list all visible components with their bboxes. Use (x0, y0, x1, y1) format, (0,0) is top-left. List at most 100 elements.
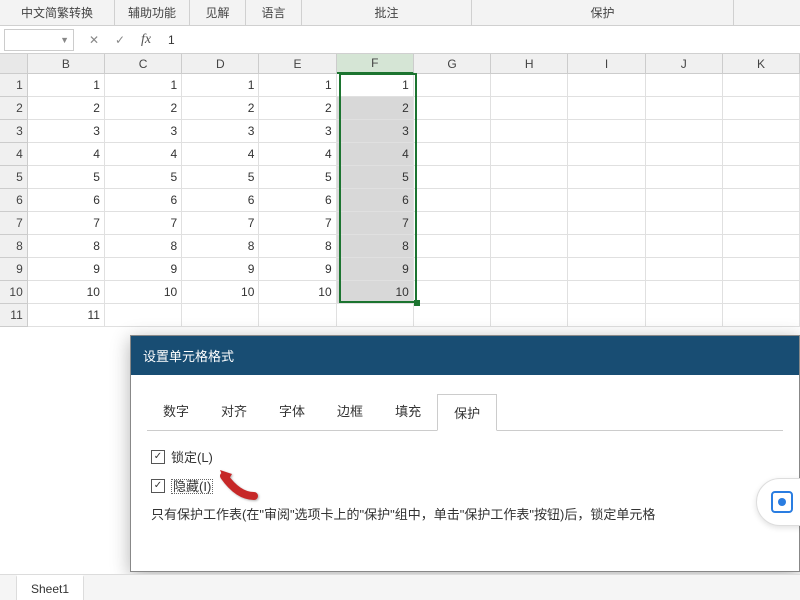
cell-B1[interactable]: 1 (28, 74, 105, 97)
cell-K9[interactable] (723, 258, 800, 281)
cell-G1[interactable] (414, 74, 491, 97)
cell-J5[interactable] (646, 166, 723, 189)
cell-I4[interactable] (568, 143, 645, 166)
cell-H3[interactable] (491, 120, 568, 143)
dialog-tab-4[interactable]: 填充 (379, 393, 437, 430)
cell-F8[interactable]: 8 (337, 235, 414, 258)
cell-F11[interactable] (337, 304, 414, 327)
cell-E10[interactable]: 10 (259, 281, 336, 304)
cell-G7[interactable] (414, 212, 491, 235)
cell-G6[interactable] (414, 189, 491, 212)
cell-I5[interactable] (568, 166, 645, 189)
cell-D5[interactable]: 5 (182, 166, 259, 189)
row-header-11[interactable]: 11 (0, 304, 28, 327)
cell-J10[interactable] (646, 281, 723, 304)
cell-G2[interactable] (414, 97, 491, 120)
cell-H7[interactable] (491, 212, 568, 235)
cell-J3[interactable] (646, 120, 723, 143)
select-all-corner[interactable] (0, 54, 28, 74)
ribbon-group-5[interactable]: 保护 (472, 0, 734, 25)
dialog-tab-1[interactable]: 对齐 (205, 393, 263, 430)
cell-E7[interactable]: 7 (259, 212, 336, 235)
cell-H6[interactable] (491, 189, 568, 212)
row-header-9[interactable]: 9 (0, 258, 28, 281)
cell-K3[interactable] (723, 120, 800, 143)
hidden-option[interactable]: ✓ 隐藏(I) (151, 476, 779, 495)
cell-B2[interactable]: 2 (28, 97, 105, 120)
cell-C10[interactable]: 10 (105, 281, 182, 304)
cell-I7[interactable] (568, 212, 645, 235)
cell-C7[interactable]: 7 (105, 212, 182, 235)
dialog-tab-2[interactable]: 字体 (263, 393, 321, 430)
cell-F4[interactable]: 4 (337, 143, 414, 166)
cell-C2[interactable]: 2 (105, 97, 182, 120)
cell-H9[interactable] (491, 258, 568, 281)
cell-H11[interactable] (491, 304, 568, 327)
cell-F1[interactable]: 1 (337, 74, 414, 97)
cell-E4[interactable]: 4 (259, 143, 336, 166)
cell-K5[interactable] (723, 166, 800, 189)
cell-I2[interactable] (568, 97, 645, 120)
cell-C1[interactable]: 1 (105, 74, 182, 97)
cell-I10[interactable] (568, 281, 645, 304)
cell-E1[interactable]: 1 (259, 74, 336, 97)
hidden-checkbox[interactable]: ✓ (151, 479, 165, 493)
cell-J1[interactable] (646, 74, 723, 97)
cell-C4[interactable]: 4 (105, 143, 182, 166)
ribbon-group-1[interactable]: 辅助功能 (115, 0, 190, 25)
row-header-6[interactable]: 6 (0, 189, 28, 212)
cell-I1[interactable] (568, 74, 645, 97)
cell-J2[interactable] (646, 97, 723, 120)
cell-E11[interactable] (259, 304, 336, 327)
spreadsheet-grid[interactable]: BCDEFGHIJK 11111122222233333344444455555… (0, 54, 800, 327)
row-header-7[interactable]: 7 (0, 212, 28, 235)
cell-G8[interactable] (414, 235, 491, 258)
cell-D9[interactable]: 9 (182, 258, 259, 281)
cell-K8[interactable] (723, 235, 800, 258)
cell-C9[interactable]: 9 (105, 258, 182, 281)
cell-B5[interactable]: 5 (28, 166, 105, 189)
cell-D1[interactable]: 1 (182, 74, 259, 97)
cell-B7[interactable]: 7 (28, 212, 105, 235)
cell-D8[interactable]: 8 (182, 235, 259, 258)
cell-E6[interactable]: 6 (259, 189, 336, 212)
cell-F10[interactable]: 10 (337, 281, 414, 304)
cell-J4[interactable] (646, 143, 723, 166)
cell-F3[interactable]: 3 (337, 120, 414, 143)
column-header-I[interactable]: I (568, 54, 645, 74)
cell-E8[interactable]: 8 (259, 235, 336, 258)
cell-E5[interactable]: 5 (259, 166, 336, 189)
accept-formula-icon[interactable]: ✓ (112, 33, 128, 47)
cell-B8[interactable]: 8 (28, 235, 105, 258)
dialog-tab-3[interactable]: 边框 (321, 393, 379, 430)
column-header-B[interactable]: B (28, 54, 105, 74)
cell-F7[interactable]: 7 (337, 212, 414, 235)
column-header-F[interactable]: F (337, 54, 414, 74)
dialog-tab-5[interactable]: 保护 (437, 394, 497, 431)
cell-C11[interactable] (105, 304, 182, 327)
row-header-4[interactable]: 4 (0, 143, 28, 166)
lock-option[interactable]: ✓ 锁定(L) (151, 447, 779, 466)
cell-K2[interactable] (723, 97, 800, 120)
cell-E3[interactable]: 3 (259, 120, 336, 143)
cell-G10[interactable] (414, 281, 491, 304)
cell-H2[interactable] (491, 97, 568, 120)
cell-I9[interactable] (568, 258, 645, 281)
cell-E9[interactable]: 9 (259, 258, 336, 281)
row-header-5[interactable]: 5 (0, 166, 28, 189)
cell-D6[interactable]: 6 (182, 189, 259, 212)
column-header-C[interactable]: C (105, 54, 182, 74)
cell-J9[interactable] (646, 258, 723, 281)
chevron-down-icon[interactable]: ▼ (60, 35, 69, 45)
cell-D10[interactable]: 10 (182, 281, 259, 304)
cell-J6[interactable] (646, 189, 723, 212)
cell-I3[interactable] (568, 120, 645, 143)
cell-K10[interactable] (723, 281, 800, 304)
cell-G3[interactable] (414, 120, 491, 143)
ribbon-group-2[interactable]: 见解 (190, 0, 246, 25)
column-header-G[interactable]: G (414, 54, 491, 74)
row-header-10[interactable]: 10 (0, 281, 28, 304)
cell-D3[interactable]: 3 (182, 120, 259, 143)
cell-H4[interactable] (491, 143, 568, 166)
ribbon-group-0[interactable]: 中文简繁转换 (0, 0, 115, 25)
